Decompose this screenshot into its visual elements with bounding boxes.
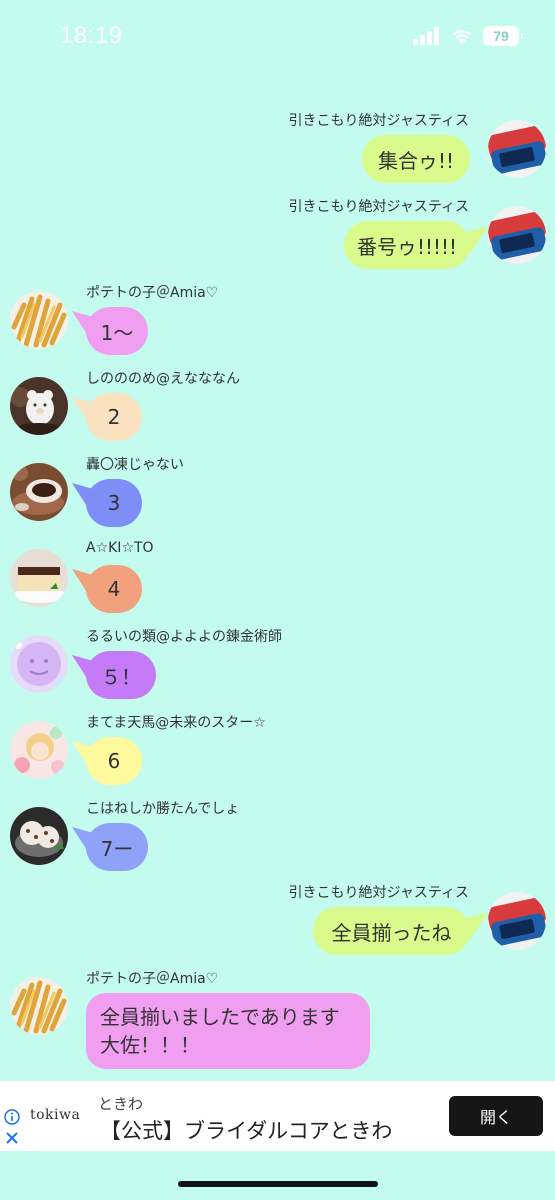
chat-bubble: 全員揃いましたであります大佐！！！ bbox=[86, 993, 370, 1069]
chat-bubble: 7ー bbox=[86, 823, 148, 871]
chat-bubble: 集合ゥ!! bbox=[362, 135, 470, 183]
sender-name: ポテトの子＠Amia♡ bbox=[86, 285, 219, 301]
sender-name: ポテトの子＠Amia♡ bbox=[86, 971, 219, 987]
chat-bubble: 全員揃ったね bbox=[313, 907, 470, 955]
avatar[interactable] bbox=[10, 463, 68, 521]
avatar[interactable] bbox=[10, 635, 68, 693]
character-icon bbox=[10, 721, 68, 779]
ad-title[interactable]: 【公式】ブライダルコアときわ bbox=[100, 1115, 392, 1145]
chat-bubble: 2 bbox=[86, 393, 142, 441]
game-console-icon bbox=[488, 892, 546, 950]
status-time: 18:19 bbox=[60, 22, 123, 49]
plush-icon bbox=[10, 377, 68, 435]
avatar[interactable] bbox=[10, 291, 68, 349]
info-icon[interactable] bbox=[4, 1109, 20, 1125]
ad-banner[interactable]: tokiwa ときわ 【公式】ブライダルコアときわ 開く bbox=[0, 1081, 555, 1151]
ad-logo: tokiwa bbox=[30, 1107, 81, 1123]
mascot-icon bbox=[10, 635, 68, 693]
chat-bubble: 4 bbox=[86, 565, 142, 613]
status-bar: 18:19 79 bbox=[0, 0, 555, 75]
signal-icon bbox=[413, 27, 439, 45]
chat-bubble: 6 bbox=[86, 737, 142, 785]
sender-name: 引きこもり絶対ジャスティス bbox=[288, 885, 469, 901]
sender-name: 引きこもり絶対ジャスティス bbox=[288, 113, 469, 129]
wifi-icon bbox=[452, 30, 472, 44]
avatar[interactable] bbox=[488, 892, 546, 950]
rice-ball-icon bbox=[10, 807, 68, 865]
avatar[interactable] bbox=[10, 807, 68, 865]
chat-bubble: 1〜 bbox=[86, 307, 148, 355]
sender-name: るるいの類@よよよの錬金術師 bbox=[86, 629, 282, 645]
ad-open-button[interactable]: 開く bbox=[449, 1096, 543, 1136]
sender-name: 轟〇凍じゃない bbox=[86, 457, 184, 473]
close-icon[interactable] bbox=[5, 1131, 19, 1145]
fries-icon bbox=[10, 291, 68, 349]
avatar[interactable] bbox=[488, 120, 546, 178]
sender-name: こはねしか勝たんでしょ bbox=[86, 801, 240, 817]
fries-icon bbox=[10, 977, 68, 1035]
chat-bubble: ５！ bbox=[86, 651, 156, 699]
sender-name: A☆KI☆TO bbox=[86, 540, 154, 556]
avatar[interactable] bbox=[10, 549, 68, 607]
avatar[interactable] bbox=[10, 721, 68, 779]
chat-bubble: 3 bbox=[86, 479, 142, 527]
sender-name: しのののめ@えなななん bbox=[86, 371, 240, 387]
avatar[interactable] bbox=[10, 377, 68, 435]
cake-icon bbox=[10, 549, 68, 607]
status-icons: 79 bbox=[413, 26, 523, 46]
avatar[interactable] bbox=[10, 977, 68, 1035]
sender-name: まてま天馬@未来のスター☆ bbox=[86, 715, 266, 731]
bubble-tail bbox=[460, 912, 488, 940]
coffee-icon bbox=[10, 463, 68, 521]
chat-bubble: 番号ゥ!!!!! bbox=[344, 221, 470, 269]
avatar[interactable] bbox=[488, 206, 546, 264]
bubble-tail bbox=[460, 226, 488, 254]
home-indicator[interactable] bbox=[178, 1181, 378, 1187]
ad-subtitle: ときわ bbox=[98, 1095, 144, 1113]
game-console-icon bbox=[488, 206, 546, 264]
battery-indicator: 79 bbox=[483, 26, 523, 46]
game-console-icon bbox=[488, 120, 546, 178]
sender-name: 引きこもり絶対ジャスティス bbox=[288, 199, 469, 215]
